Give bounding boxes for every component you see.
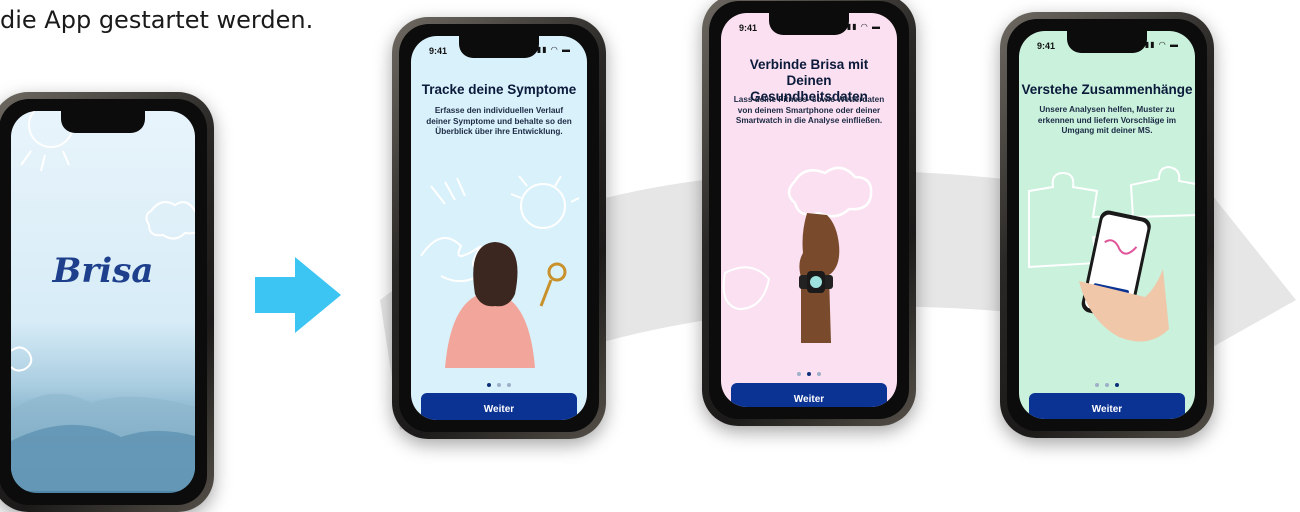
page-dot [487, 383, 491, 387]
right-arrow-icon [255, 257, 341, 333]
analysis-illustration [1028, 165, 1195, 342]
notch [1066, 31, 1148, 53]
next-button[interactable]: Weiter [731, 383, 887, 407]
next-button[interactable]: Weiter [1029, 393, 1185, 419]
page-dot [807, 372, 811, 376]
status-icons: ▮▮ ◠ ▬ [846, 22, 881, 31]
status-time: 9:41 [429, 46, 448, 56]
page-indicator [1019, 374, 1195, 392]
smartwatch-illustration [722, 166, 873, 343]
page-dot [1095, 383, 1099, 387]
page-dot [507, 383, 511, 387]
page-dot [1105, 383, 1109, 387]
notch [60, 111, 146, 133]
status-icons: ▮▮ ◠ ▬ [1144, 40, 1179, 49]
brand-logo: Brisa [52, 251, 154, 291]
page-dot [1115, 383, 1119, 387]
symptom-illustration [420, 175, 580, 368]
page-indicator [411, 374, 587, 392]
page-dot [817, 372, 821, 376]
page-indicator [721, 363, 897, 381]
sun-icon [11, 111, 195, 491]
status-time: 9:41 [739, 23, 758, 33]
onboarding-screen-1: 9:41 ▮▮ ◠ ▬ Tracke deine Symptome Erfass… [411, 36, 587, 420]
next-button[interactable]: Weiter [421, 393, 577, 420]
notch [458, 36, 540, 58]
onboarding-screen-2: 9:41 ▮▮ ◠ ▬ Verbinde Brisa mit Deinen Ge… [721, 13, 897, 407]
page-dot [797, 372, 801, 376]
page-dot [497, 383, 501, 387]
onboarding-screen-3: 9:41 ▮▮ ◠ ▬ Verstehe Zusammenhänge Unser… [1019, 31, 1195, 419]
splash-screen: Brisa [11, 111, 195, 493]
onboarding-phone-1: 9:41 ▮▮ ◠ ▬ Tracke deine Symptome Erfass… [392, 17, 606, 439]
status-time: 9:41 [1037, 41, 1056, 51]
notch [768, 13, 850, 35]
status-icons: ▮▮ ◠ ▬ [536, 45, 571, 54]
splash-phone: Brisa [0, 92, 214, 512]
onboarding-phone-2: 9:41 ▮▮ ◠ ▬ Verbinde Brisa mit Deinen Ge… [702, 0, 916, 426]
onboarding-phone-3: 9:41 ▮▮ ◠ ▬ Verstehe Zusammenhänge Unser… [1000, 12, 1214, 438]
